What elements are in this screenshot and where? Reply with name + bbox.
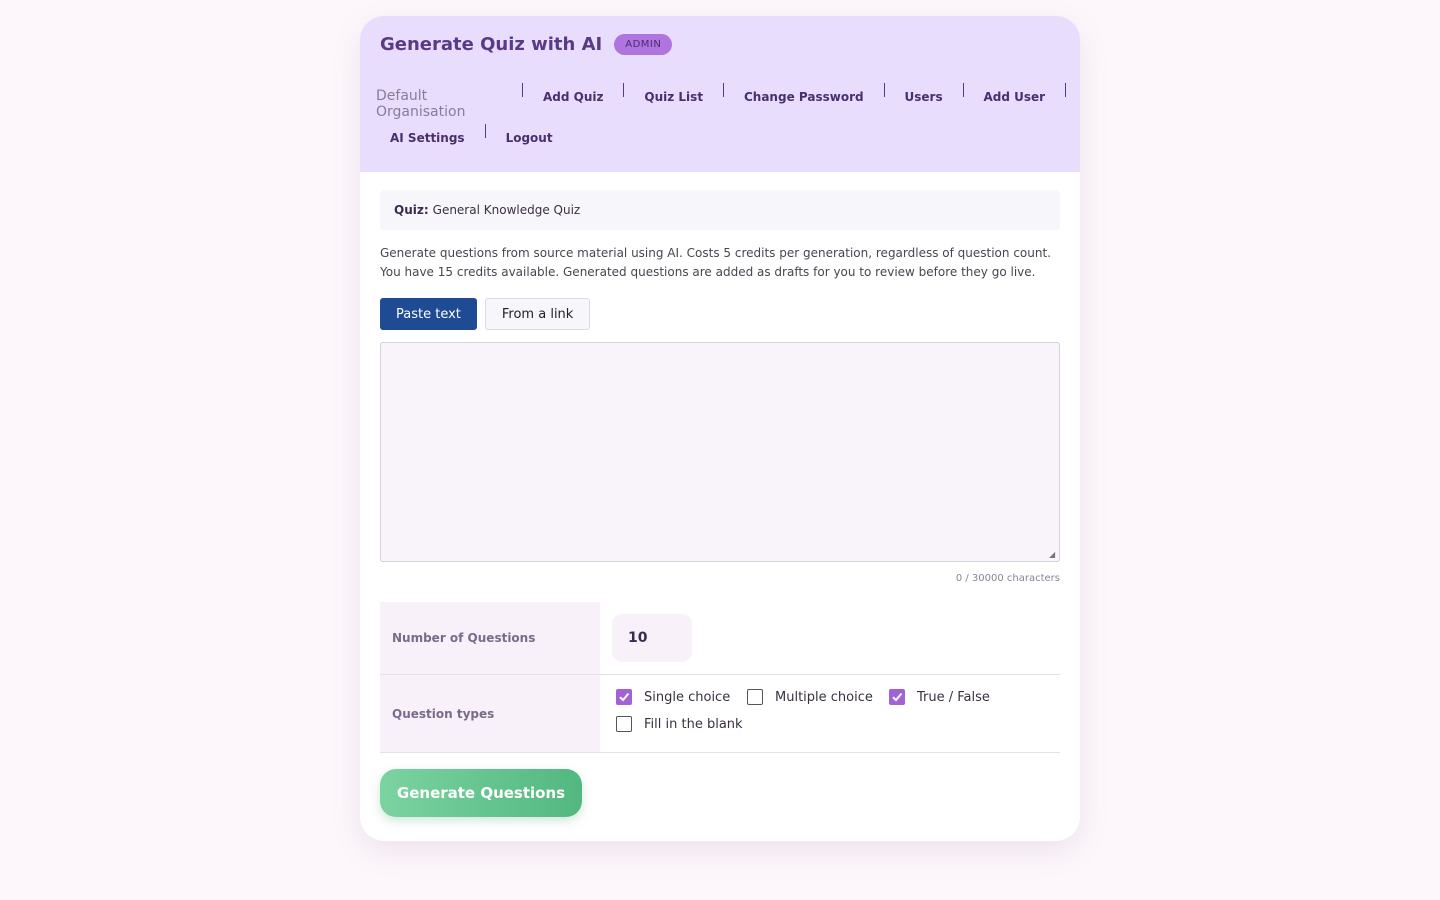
checkbox-checked-icon[interactable] [889, 689, 905, 705]
checkbox-unchecked-icon[interactable] [747, 689, 763, 705]
nav-separator [723, 83, 724, 97]
title-row: Generate Quiz with AI ADMIN [380, 34, 673, 55]
resize-handle-icon[interactable]: ◢ [1049, 551, 1057, 559]
description: Generate questions from source material … [380, 244, 1060, 282]
nav-separator [883, 83, 885, 97]
header: Generate Quiz with AI ADMIN Default Orga… [360, 16, 1080, 172]
generate-quiz-card: Generate Quiz with AI ADMIN Default Orga… [360, 16, 1080, 841]
checkbox-checked-icon[interactable] [616, 689, 632, 705]
nav-change-password[interactable]: Change Password [744, 90, 864, 104]
nav-logout[interactable]: Logout [506, 131, 553, 145]
character-count: 0 / 30000 characters [955, 573, 1060, 584]
description-line-1: Generate questions from source material … [380, 246, 1051, 260]
source-tabs: Paste text From a link [380, 298, 1060, 330]
generation-options: Number of Questions 10 Question types Si… [380, 602, 1060, 753]
single-choice-label: Single choice [644, 689, 731, 705]
nav-separator [522, 83, 523, 97]
main-content: Quiz: General Knowledge Quiz Generate qu… [380, 190, 1060, 817]
fill-in-the-blank-label: Fill in the blank [644, 716, 743, 732]
page-title: Generate Quiz with AI [380, 34, 603, 55]
admin-badge: ADMIN [614, 34, 673, 55]
from-link-button[interactable]: From a link [484, 298, 591, 330]
single-choice-checkbox[interactable]: Single choice [616, 689, 730, 705]
nav-separator [484, 124, 486, 138]
quiz-label: Quiz: [394, 203, 429, 217]
true-false-checkbox[interactable]: True / False [889, 689, 990, 705]
source-text-input[interactable]: ◢ [380, 342, 1060, 562]
organisation-name: Default Organisation [376, 88, 466, 120]
nav-separator [1065, 83, 1067, 97]
multiple-choice-label: Multiple choice [775, 689, 873, 705]
nav-ai-settings[interactable]: AI Settings [390, 131, 465, 145]
nav-separator [962, 83, 964, 97]
number-of-questions-row: Number of Questions 10 [380, 602, 1060, 675]
question-types-row: Question types Single choice Multiple ch… [380, 675, 1060, 753]
quiz-banner: Quiz: General Knowledge Quiz [380, 190, 1060, 230]
nav-add-quiz[interactable]: Add Quiz [543, 90, 604, 104]
number-of-questions-input[interactable]: 10 [612, 614, 692, 662]
nav-separator [623, 83, 625, 97]
multiple-choice-checkbox[interactable]: Multiple choice [747, 689, 873, 705]
quiz-name: General Knowledge Quiz [432, 203, 581, 217]
nav-quiz-list[interactable]: Quiz List [644, 90, 703, 104]
fill-in-the-blank-checkbox[interactable]: Fill in the blank [616, 716, 743, 732]
nav-users[interactable]: Users [905, 90, 943, 104]
number-of-questions-label: Number of Questions [380, 602, 600, 674]
true-false-label: True / False [917, 689, 990, 705]
question-types-label: Question types [380, 675, 600, 752]
checkbox-unchecked-icon[interactable] [616, 716, 632, 732]
generate-questions-button[interactable]: Generate Questions [380, 769, 582, 817]
nav-add-user[interactable]: Add User [984, 90, 1046, 104]
paste-text-button[interactable]: Paste text [380, 298, 477, 330]
description-line-2: You have 15 credits available. Generated… [380, 265, 1036, 279]
